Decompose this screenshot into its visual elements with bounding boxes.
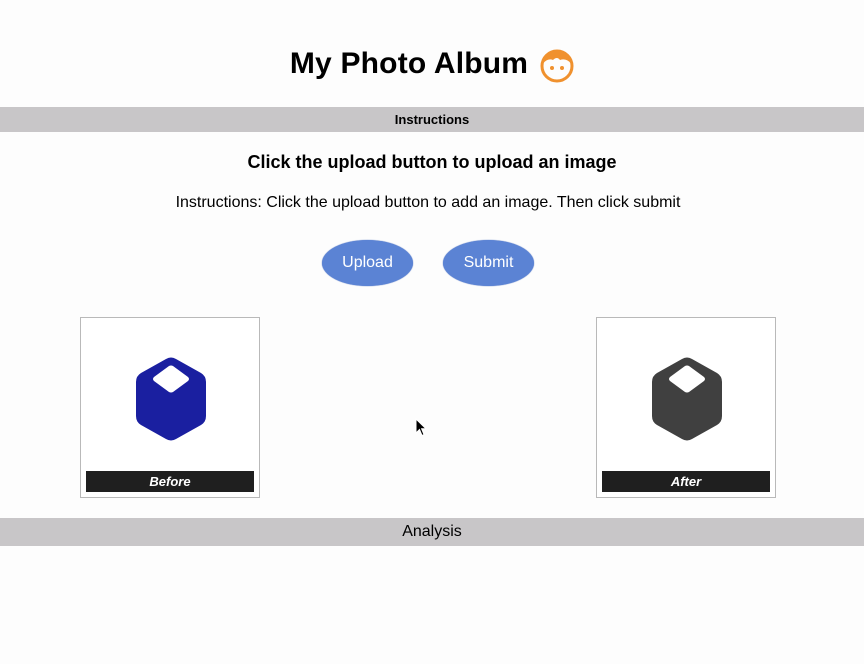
instruction-text: Instructions: Click the upload button to… bbox=[175, 194, 681, 211]
analysis-bar-label: Analysis bbox=[402, 523, 462, 540]
before-image-card: Before bbox=[80, 317, 260, 498]
cube-icon bbox=[648, 355, 726, 443]
analysis-bar: Analysis bbox=[0, 518, 864, 546]
cube-icon bbox=[132, 355, 210, 443]
after-caption: After bbox=[602, 471, 770, 492]
upload-button[interactable]: Upload bbox=[322, 240, 413, 286]
before-caption: Before bbox=[86, 471, 254, 492]
submit-button[interactable]: Submit bbox=[443, 240, 534, 286]
face-icon bbox=[540, 49, 574, 83]
upload-heading: Click the upload button to upload an ima… bbox=[247, 152, 617, 172]
page-title: My Photo Album bbox=[289, 47, 529, 80]
after-image-card: After bbox=[596, 317, 776, 498]
instructions-bar-label: Instructions bbox=[394, 112, 470, 127]
page-header: My Photo Album bbox=[0, 36, 864, 92]
mouse-cursor-icon bbox=[415, 417, 428, 437]
instructions-bar: Instructions bbox=[0, 107, 864, 132]
